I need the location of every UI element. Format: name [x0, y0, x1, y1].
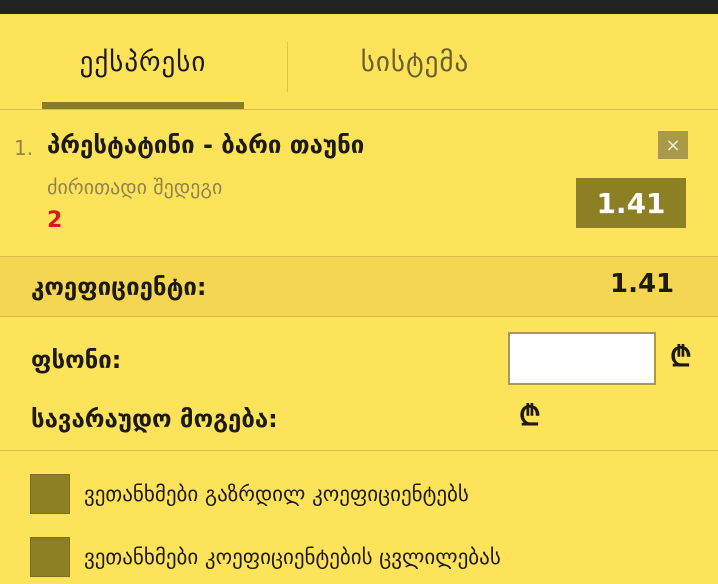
stake-label: ფსონი: [31, 346, 122, 374]
accept-odds-changes-option[interactable]: ვეთანხმები კოეფიციენტების ცვლილებას [30, 537, 501, 577]
option-label: ვეთანხმები კოეფიციენტების ცვლილებას [84, 545, 501, 569]
bet-index: 1. [14, 136, 34, 160]
accept-increased-odds-checkbox[interactable] [30, 474, 70, 514]
betslip-tabs: ექსპრესი სისტემა [0, 14, 718, 110]
option-label: ვეთანხმები გაზრდილ კოეფიციენტებს [84, 482, 469, 506]
coefficient-label: კოეფიციენტი: [31, 273, 207, 301]
lari-currency-icon: ₾ [519, 399, 541, 432]
bet-item: 1. პრესტატინი - ბარი თაუნი ძირითადი შედე… [0, 110, 718, 256]
tab-express[interactable]: ექსპრესი [42, 14, 244, 110]
lari-currency-icon: ₾ [670, 340, 692, 373]
remove-bet-button[interactable]: × [658, 131, 688, 159]
divider [0, 450, 718, 451]
active-tab-indicator [42, 102, 244, 109]
bet-market: ძირითადი შედეგი [47, 175, 223, 199]
accept-odds-changes-checkbox[interactable] [30, 537, 70, 577]
top-bar [0, 0, 718, 14]
tab-divider [287, 42, 288, 92]
bet-match-name: პრესტატინი - ბარი თაუნი [47, 131, 365, 159]
bet-pick: 2 [47, 208, 63, 233]
coefficient-value: 1.41 [610, 269, 675, 299]
close-icon: × [665, 134, 681, 156]
tab-system[interactable]: სისტემა [290, 14, 540, 110]
accept-increased-odds-option[interactable]: ვეთანხმები გაზრდილ კოეფიციენტებს [30, 474, 469, 514]
total-coefficient-row: კოეფიციენტი: 1.41 [0, 256, 718, 317]
stake-input[interactable] [508, 332, 656, 385]
possible-win-label: სავარაუდო მოგება: [31, 405, 278, 433]
bet-odd[interactable]: 1.41 [576, 178, 686, 228]
